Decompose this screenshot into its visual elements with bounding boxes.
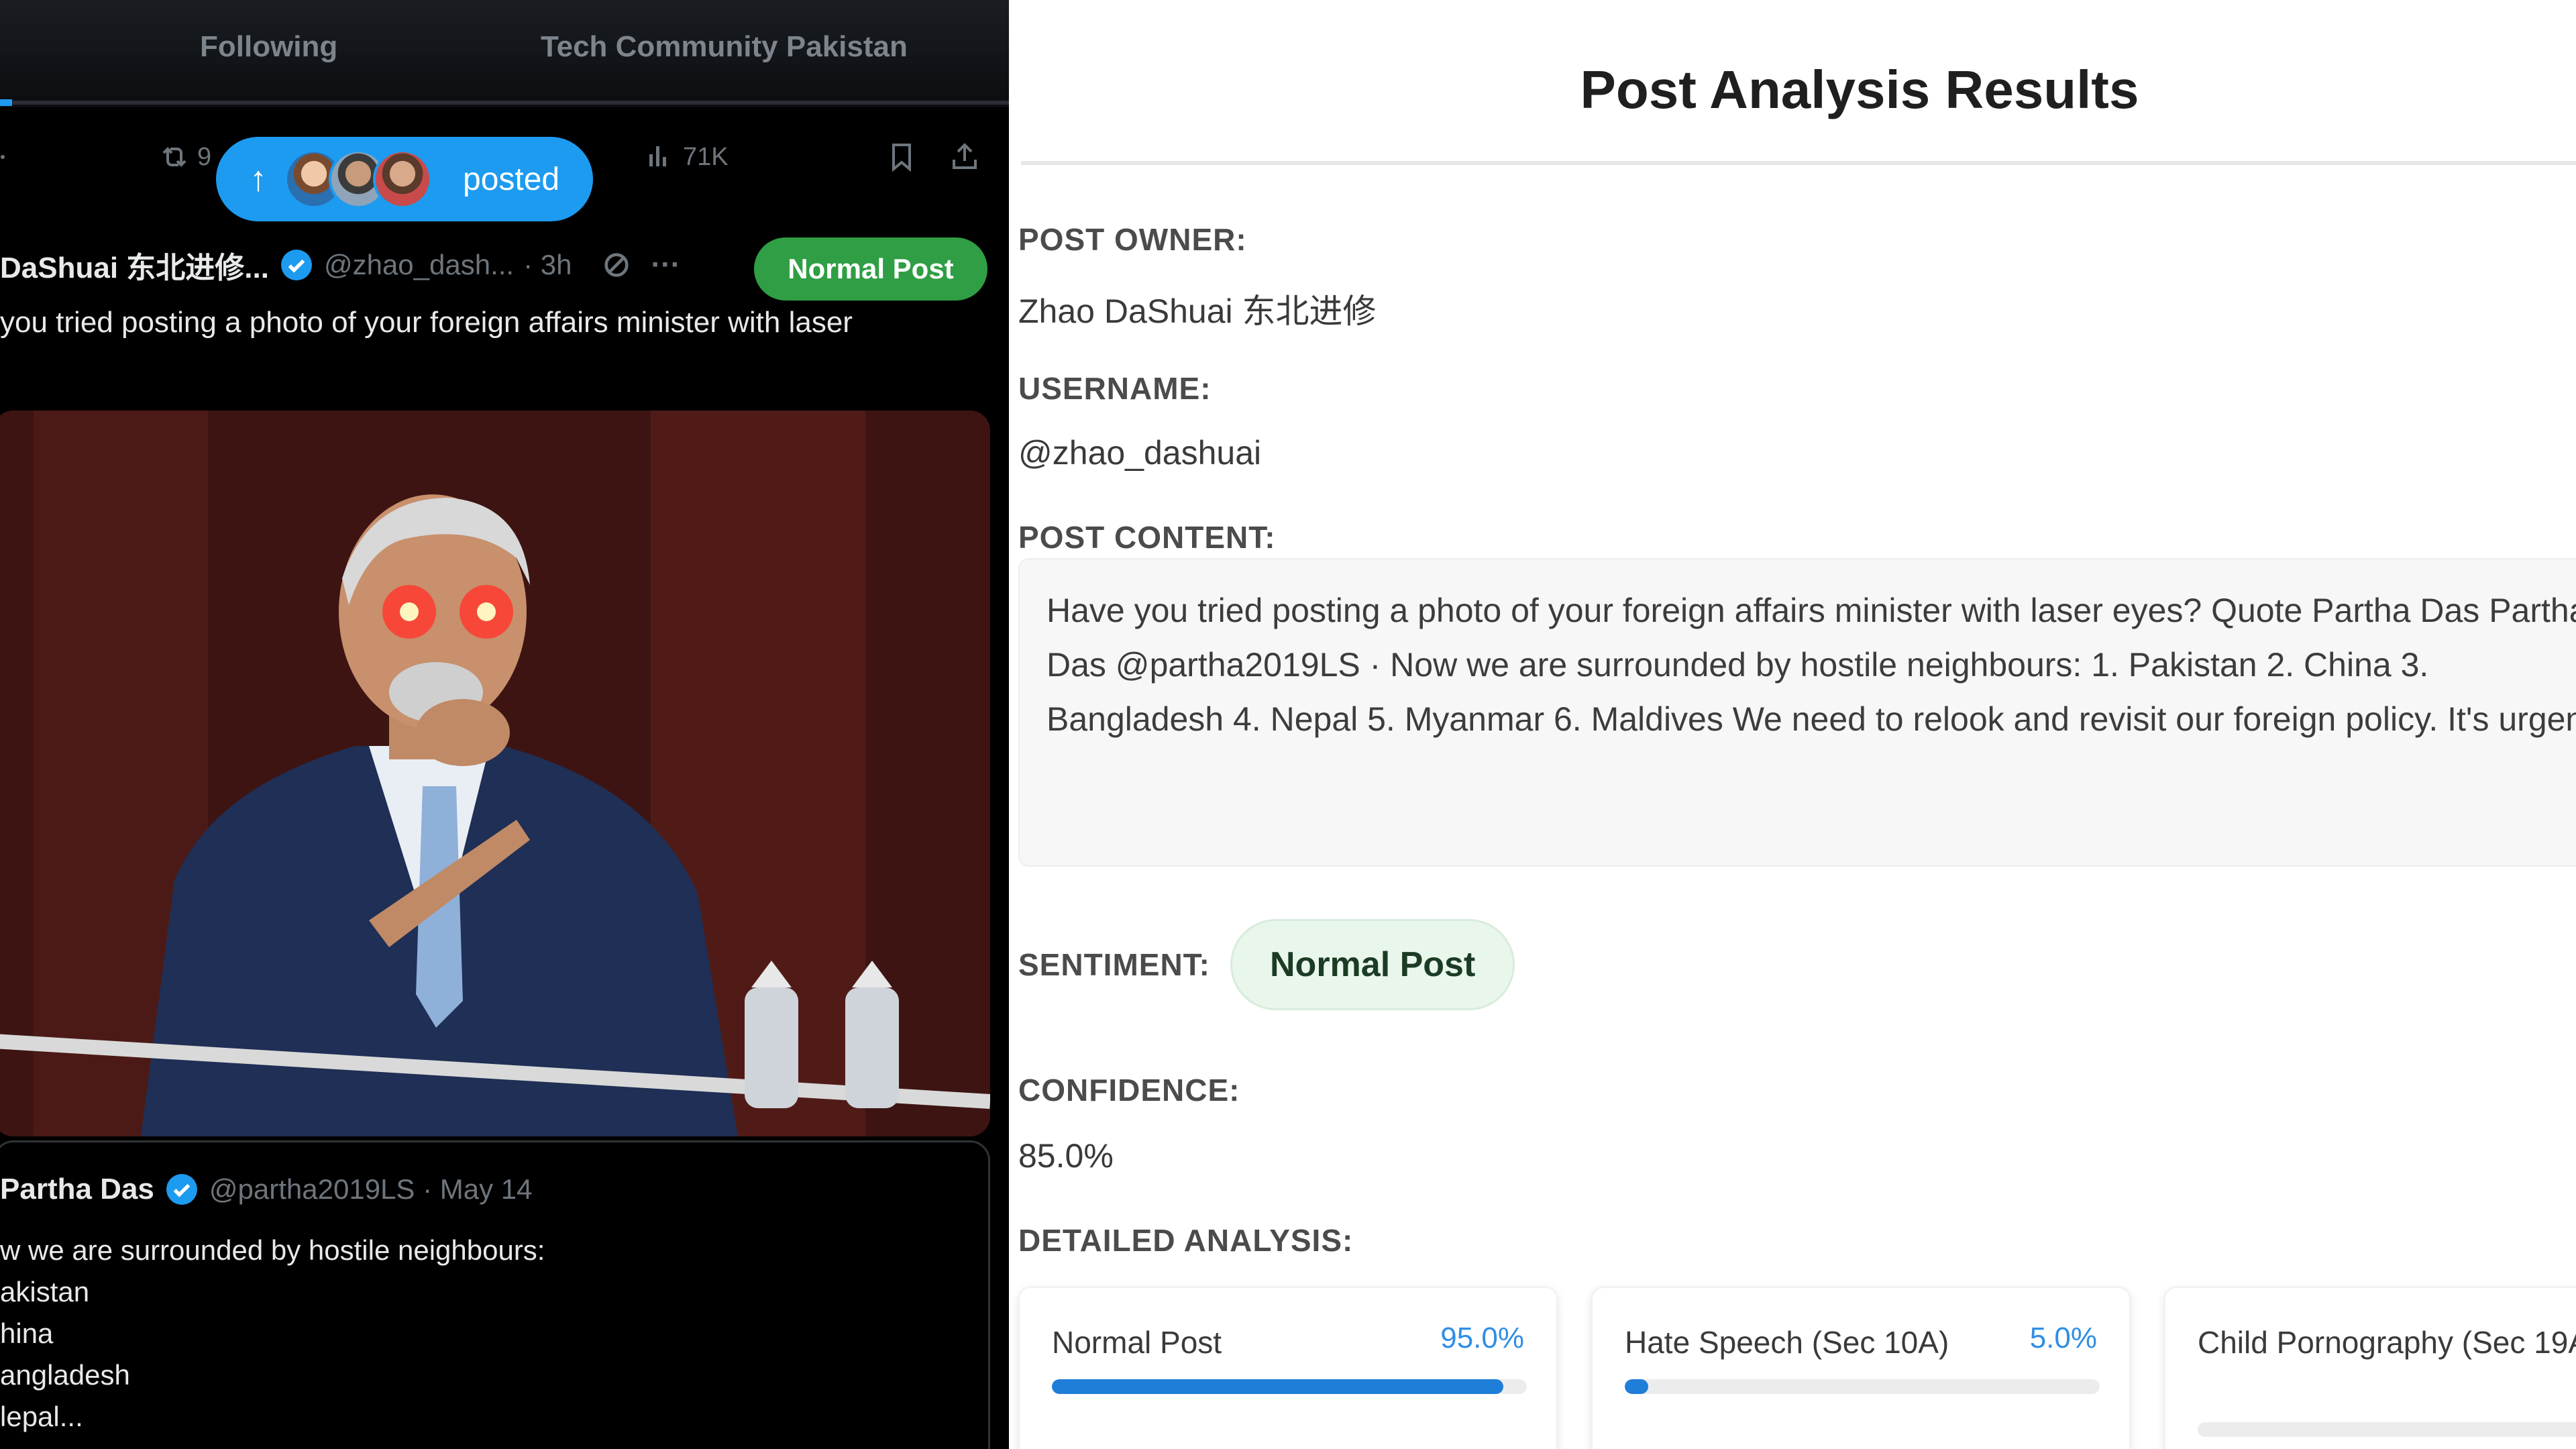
views-count: 71K bbox=[683, 142, 729, 171]
feed-tab-bar: Following Tech Community Pakistan bbox=[0, 0, 1009, 107]
category-name: Normal Post bbox=[1052, 1325, 1222, 1360]
username-value: @zhao_dashuai bbox=[1018, 434, 1262, 472]
sentiment-badge: Normal Post bbox=[1230, 919, 1515, 1010]
verified-badge-icon bbox=[281, 250, 312, 280]
category-percent: 95.0% bbox=[1440, 1322, 1524, 1354]
repost-icon bbox=[162, 147, 186, 167]
new-posts-pill[interactable]: ↑ posted bbox=[216, 137, 593, 221]
category-progress-bar bbox=[2198, 1422, 2576, 1437]
quoted-text-line: akistan bbox=[0, 1276, 90, 1307]
category-percent: 5.0% bbox=[2029, 1322, 2097, 1354]
quoted-author-handle[interactable]: @partha2019LS · May 14 bbox=[209, 1173, 533, 1205]
detailed-analysis-label: DETAILED ANALYSIS: bbox=[1018, 1223, 1354, 1258]
category-name: Hate Speech (Sec 10A) bbox=[1625, 1325, 1949, 1360]
category-progress-bar bbox=[1052, 1379, 1527, 1394]
more-options-icon[interactable]: ··· bbox=[651, 248, 680, 282]
repost-button[interactable]: 9 bbox=[158, 141, 211, 173]
category-card-child-pornography: Child Pornography (Sec 19A) bbox=[2164, 1287, 2576, 1449]
sentiment-row: SENTIMENT: Normal Post bbox=[1018, 919, 1515, 1010]
active-tab-indicator bbox=[0, 99, 12, 106]
social-feed-panel: Following Tech Community Pakistan 9 71K … bbox=[0, 0, 1009, 1449]
post-text: you tried posting a photo of your foreig… bbox=[0, 306, 853, 339]
posted-label: posted bbox=[463, 161, 560, 197]
category-card-hate-speech: Hate Speech (Sec 10A) 5.0% bbox=[1591, 1287, 2131, 1449]
bookmark-button[interactable] bbox=[885, 141, 918, 173]
post-time: · 3h bbox=[523, 249, 572, 280]
confidence-label: CONFIDENCE: bbox=[1018, 1073, 1240, 1108]
verified-badge-icon bbox=[166, 1174, 197, 1205]
share-button[interactable] bbox=[949, 141, 981, 173]
username-label: USERNAME: bbox=[1018, 371, 1212, 406]
category-progress-fill bbox=[1625, 1379, 1649, 1394]
avatar bbox=[373, 150, 432, 209]
category-name: Child Pornography (Sec 19A) bbox=[2198, 1325, 2576, 1360]
confidence-value: 85.0% bbox=[1018, 1137, 1114, 1175]
quoted-post-header: Partha Das @partha2019LS · May 14 bbox=[0, 1173, 532, 1206]
post-owner-label: POST OWNER: bbox=[1018, 222, 1247, 257]
share-icon bbox=[953, 143, 977, 169]
repost-count: 9 bbox=[197, 142, 212, 171]
post-author-name[interactable]: DaShuai 东北进修... bbox=[0, 244, 269, 286]
minister-photo-graphic bbox=[0, 411, 990, 1136]
grok-icon[interactable] bbox=[601, 250, 632, 280]
bookmark-icon bbox=[892, 144, 911, 172]
title-divider bbox=[1021, 161, 2576, 165]
tab-following[interactable]: Following bbox=[200, 30, 337, 64]
arrow-up-icon: ↑ bbox=[250, 160, 267, 199]
category-progress-fill bbox=[1052, 1379, 1503, 1394]
tab-divider bbox=[0, 101, 1009, 105]
poster-avatars bbox=[284, 150, 432, 209]
quoted-text-line: lepal... bbox=[0, 1401, 83, 1432]
quoted-text-line: angladesh bbox=[0, 1359, 130, 1391]
post-author-handle[interactable]: @zhao_dash... bbox=[324, 249, 514, 281]
post-content-label: POST CONTENT: bbox=[1018, 520, 1276, 555]
post-photo[interactable] bbox=[0, 411, 990, 1136]
normal-post-chip[interactable]: Normal Post bbox=[754, 237, 987, 301]
tab-tech-community-pakistan[interactable]: Tech Community Pakistan bbox=[541, 30, 908, 64]
quoted-text-line: hina bbox=[0, 1318, 54, 1349]
page-title: Post Analysis Results bbox=[1580, 60, 2139, 119]
category-progress-bar bbox=[1625, 1379, 2100, 1394]
category-card-normal-post: Normal Post 95.0% bbox=[1018, 1287, 1558, 1449]
post-content-text: Have you tried posting a photo of your f… bbox=[1046, 592, 2576, 738]
quoted-author-name[interactable]: Partha Das bbox=[0, 1173, 154, 1206]
views-icon bbox=[649, 146, 666, 166]
analysis-panel: Post Analysis Results POST OWNER: Zhao D… bbox=[1009, 0, 2576, 1449]
reply-icon[interactable] bbox=[0, 141, 32, 173]
quoted-text-line: w we are surrounded by hostile neighbour… bbox=[0, 1234, 545, 1266]
post-owner-value: Zhao DaShuai 东北进修 bbox=[1018, 292, 1377, 330]
sentiment-label: SENTIMENT: bbox=[1018, 947, 1210, 982]
views-button[interactable]: 71K bbox=[644, 141, 729, 173]
